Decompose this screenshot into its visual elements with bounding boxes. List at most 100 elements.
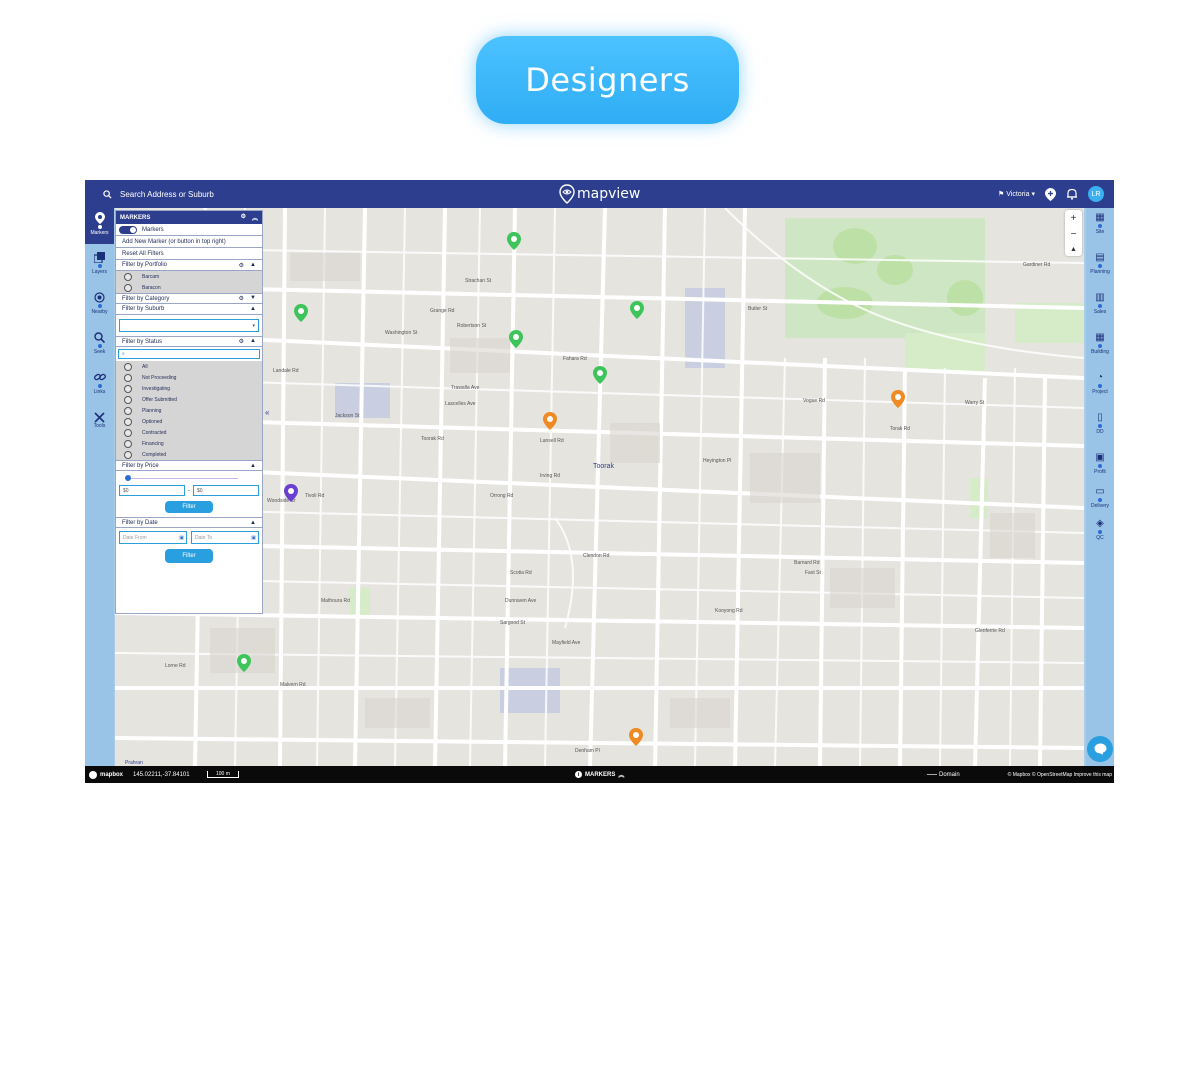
status-filter-header[interactable]: Filter by Status ⚙ ▲ (116, 336, 262, 347)
radio-button[interactable] (124, 417, 132, 426)
caret-up-icon[interactable]: ▲ (250, 463, 256, 469)
green-marker-pin[interactable] (593, 366, 607, 384)
gear-icon[interactable]: ⚙ (241, 213, 246, 222)
green-marker-pin[interactable] (630, 301, 644, 319)
suburb-filter-header[interactable]: Filter by Suburb ▲ (116, 304, 262, 315)
suburb-select[interactable]: ▾ (119, 319, 259, 332)
add-new-marker-button[interactable]: Add New Marker (or button in top right) (116, 236, 262, 248)
radio-button[interactable] (124, 450, 132, 459)
calendar-icon[interactable]: ▣ (251, 535, 256, 541)
rail-item-markers[interactable]: Markers (85, 208, 114, 244)
gear-icon[interactable]: ⚙ (239, 262, 244, 269)
green-marker-pin[interactable] (509, 330, 523, 348)
map-attribution[interactable]: © Mapbox © OpenStreetMap Improve this ma… (1008, 766, 1112, 783)
purple-marker-pin[interactable] (284, 484, 298, 502)
portfolio-option[interactable]: Baracon (116, 282, 262, 293)
price-min-input[interactable]: $0 (119, 485, 185, 496)
zoom-out-icon[interactable]: − (1071, 229, 1077, 240)
status-option[interactable]: Not Proceeding (116, 372, 262, 383)
notification-bell-icon[interactable] (1066, 188, 1078, 200)
collapse-panel-icon[interactable]: « (265, 408, 269, 417)
orange-marker-pin[interactable] (543, 412, 557, 430)
price-filter-header[interactable]: Filter by Price ▲ (116, 460, 262, 471)
portfolio-option[interactable]: Barcam (116, 271, 262, 282)
green-marker-pin[interactable] (507, 232, 521, 250)
rail-label: Markers (90, 230, 109, 236)
markers-toggle[interactable] (119, 225, 137, 234)
orange-marker-pin[interactable] (629, 728, 643, 746)
rail-item-dd[interactable]: ▯ DD (1086, 412, 1114, 435)
rail-item-building[interactable]: ▦ Building (1086, 332, 1114, 355)
portfolio-filter-header[interactable]: Filter by Portfolio ⚙ ▲ (116, 260, 262, 271)
region-selector[interactable]: ⚑ Victoria ▾ (998, 190, 1035, 199)
category-filter-header[interactable]: Filter by Category ⚙ ▼ (116, 293, 262, 304)
price-slider[interactable] (116, 471, 262, 485)
status-option[interactable]: Optioned (116, 416, 262, 427)
orange-marker-pin[interactable] (891, 390, 905, 408)
status-option[interactable]: Financing (116, 438, 262, 449)
rail-item-delivery[interactable]: ▭ Delivery (1086, 486, 1114, 509)
region-label: Victoria (1006, 190, 1030, 198)
mapbox-brand[interactable]: mapbox (89, 766, 123, 783)
rail-item-nearby[interactable]: Nearby (85, 292, 114, 322)
rail-item-planning[interactable]: ▤ Planning (1086, 252, 1114, 275)
caret-up-icon[interactable]: ▲ (250, 338, 256, 345)
reset-filters-button[interactable]: Reset All Filters (116, 248, 262, 260)
green-marker-pin[interactable] (294, 304, 308, 322)
status-option[interactable]: Investigating (116, 383, 262, 394)
date-filter-header[interactable]: Filter by Date ▲ (116, 517, 262, 528)
gear-icon[interactable]: ⚙ (239, 295, 244, 302)
status-search-input[interactable]: ⌕ (118, 349, 260, 359)
address-search[interactable]: Search Address or Suburb (103, 186, 214, 202)
markers-drawer-toggle[interactable]: i MARKERS ︽ (575, 766, 624, 783)
street-label: Clendon Rd (583, 553, 610, 559)
radio-button[interactable] (124, 384, 132, 393)
user-avatar[interactable]: LR (1088, 186, 1104, 202)
street-label: Fast St (805, 570, 821, 576)
rail-label: Layers (91, 269, 107, 275)
rail-item-seek[interactable]: Seek (85, 332, 114, 362)
rail-item-layers[interactable]: Layers (85, 252, 114, 282)
compass-icon[interactable]: ▲ (1070, 246, 1077, 253)
add-location-icon[interactable] (1045, 187, 1056, 201)
rail-item-sales[interactable]: ▥ Sales (1086, 292, 1114, 315)
gear-icon[interactable]: ⚙ (239, 338, 244, 345)
chat-button[interactable] (1087, 736, 1113, 762)
date-from-input[interactable]: Date From ▣ (119, 531, 187, 544)
radio-button[interactable] (124, 395, 132, 404)
date-filter-button[interactable]: Filter (165, 549, 213, 563)
rail-item-qc[interactable]: ◈ QC (1086, 518, 1114, 541)
rail-item-tools[interactable]: Tools (85, 412, 114, 434)
markers-toggle-label: Markers (142, 226, 164, 233)
status-option[interactable]: Offer Submitted (116, 394, 262, 405)
caret-up-icon[interactable]: ▲ (250, 520, 256, 526)
radio-button[interactable] (124, 373, 132, 382)
street-label: Robertson St (457, 323, 487, 329)
caret-up-icon[interactable]: ▲ (250, 262, 256, 269)
price-max-input[interactable]: $0 (193, 485, 259, 496)
radio-button[interactable] (124, 362, 132, 371)
price-filter-button[interactable]: Filter (165, 501, 213, 513)
radio-button[interactable] (124, 272, 132, 281)
status-option[interactable]: Planning (116, 405, 262, 416)
caret-up-icon[interactable]: ▲ (250, 306, 256, 312)
rail-item-profit[interactable]: ▣ Profit (1086, 452, 1114, 475)
radio-button[interactable] (124, 428, 132, 437)
status-option[interactable]: Contracted (116, 427, 262, 438)
radio-button[interactable] (124, 439, 132, 448)
green-marker-pin[interactable] (237, 654, 251, 672)
collapse-up-icon[interactable]: ︽ (252, 213, 258, 222)
status-option[interactable]: All (116, 361, 262, 372)
status-option[interactable]: Completed (116, 449, 262, 460)
rail-item-site[interactable]: ▦ Site (1086, 212, 1114, 235)
radio-button[interactable] (124, 406, 132, 415)
radio-button[interactable] (124, 283, 132, 292)
calendar-icon[interactable]: ▣ (179, 535, 184, 541)
rail-item-links[interactable]: Links (85, 372, 114, 402)
category-filter-label: Filter by Category (122, 295, 170, 302)
date-to-input[interactable]: Date To ▣ (191, 531, 259, 544)
caret-down-icon[interactable]: ▼ (250, 295, 256, 302)
slider-handle[interactable] (125, 475, 131, 481)
rail-item-project[interactable]: ◔ Project (1086, 372, 1114, 395)
zoom-in-icon[interactable]: + (1071, 213, 1077, 224)
